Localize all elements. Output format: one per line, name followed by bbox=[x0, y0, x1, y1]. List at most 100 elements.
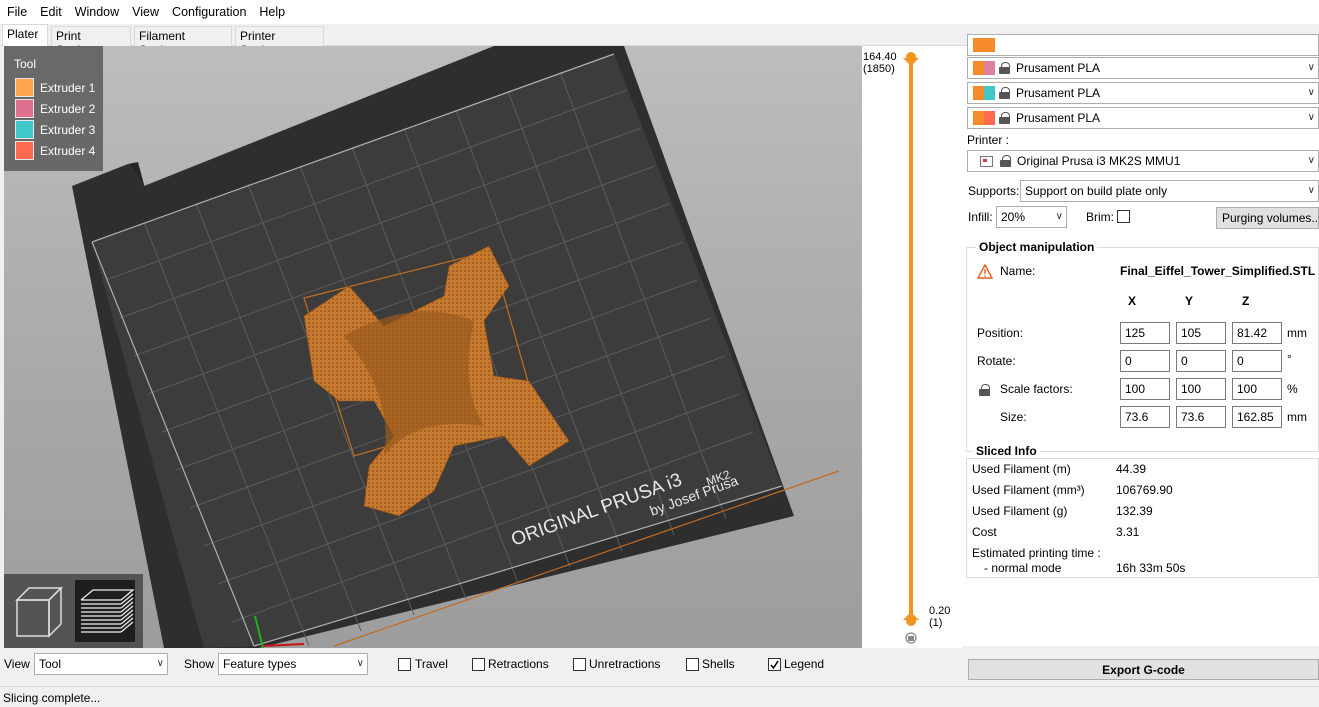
tab-filament-settings[interactable]: Filament Settings bbox=[134, 26, 232, 57]
rotate-y-field[interactable]: 0 bbox=[1176, 350, 1226, 372]
filament-row-partial[interactable] bbox=[967, 34, 1319, 56]
estimated-time-label: Estimated printing time : bbox=[972, 546, 1101, 560]
position-unit: mm bbox=[1287, 326, 1307, 340]
view-mode-buttons bbox=[4, 574, 143, 648]
view-combo[interactable]: Tool ∨ bbox=[34, 653, 168, 675]
tab-plater[interactable]: Plater bbox=[2, 24, 48, 47]
menu-bar: File Edit Window View Configuration Help bbox=[0, 0, 1319, 24]
purging-volumes-button[interactable]: Purging volumes... bbox=[1216, 207, 1319, 229]
chevron-down-icon: ∨ bbox=[1307, 112, 1315, 123]
axis-z-header: Z bbox=[1242, 294, 1250, 308]
layer-slider[interactable] bbox=[862, 46, 962, 648]
rotate-unit: ° bbox=[1287, 352, 1292, 366]
chevron-down-icon: ∨ bbox=[1307, 185, 1315, 196]
scale-x-field[interactable]: 100 bbox=[1120, 378, 1170, 400]
export-gcode-button[interactable]: Export G-code bbox=[968, 659, 1319, 680]
lock-icon bbox=[1000, 155, 1011, 167]
legend-item-extruder-4: Extruder 4 bbox=[15, 141, 95, 160]
filament-color-swatch bbox=[973, 86, 995, 100]
status-text: Slicing complete... bbox=[3, 691, 101, 705]
tool-legend: Tool Extruder 1 Extruder 2 Extruder 3 Ex… bbox=[4, 46, 103, 171]
printer-label: Printer : bbox=[967, 133, 1010, 147]
chevron-down-icon: ∨ bbox=[1055, 211, 1063, 222]
preview-controls: View Tool ∨ Show Feature types ∨ Travel … bbox=[0, 648, 962, 684]
position-label: Position: bbox=[977, 326, 1024, 340]
filament-color-swatch bbox=[973, 61, 995, 75]
slider-bottom-layer: (1) bbox=[929, 617, 943, 629]
printer-icon bbox=[980, 155, 993, 167]
unretractions-checkbox[interactable] bbox=[573, 658, 586, 671]
chevron-down-icon: ∨ bbox=[1307, 155, 1315, 166]
menu-window[interactable]: Window bbox=[68, 5, 125, 19]
checkmark-icon bbox=[770, 660, 779, 670]
3d-view-button[interactable] bbox=[9, 580, 69, 642]
size-y-field[interactable]: 73.6 bbox=[1176, 406, 1226, 428]
supports-combo[interactable]: Support on build plate only ∨ bbox=[1020, 180, 1319, 202]
extruder-1-swatch bbox=[15, 78, 34, 97]
infill-combo[interactable]: 20% ∨ bbox=[996, 206, 1067, 228]
tab-printer-settings[interactable]: Printer Settings bbox=[235, 26, 324, 57]
legend-title: Tool bbox=[14, 57, 37, 71]
menu-view[interactable]: View bbox=[125, 5, 165, 19]
filament-combo-3[interactable]: Prusament PLA ∨ bbox=[967, 82, 1319, 104]
shells-label: Shells bbox=[702, 657, 735, 671]
size-label: Size: bbox=[1000, 410, 1027, 424]
rotate-label: Rotate: bbox=[977, 354, 1016, 368]
brim-checkbox[interactable] bbox=[1117, 210, 1130, 223]
chevron-down-icon: ∨ bbox=[1307, 87, 1315, 98]
print-bed-preview: ORIGINAL PRUSA i3 MK2 by Josef Prusa bbox=[72, 46, 840, 648]
menu-configuration[interactable]: Configuration bbox=[165, 5, 252, 19]
unretractions-label: Unretractions bbox=[589, 657, 661, 671]
slider-bottom-value: 0.20 bbox=[929, 605, 951, 617]
show-label: Show bbox=[184, 657, 215, 671]
used-filament-mm3-label: Used Filament (mm³) bbox=[972, 483, 1085, 497]
position-z-field[interactable]: 81.42 bbox=[1232, 322, 1282, 344]
filament-combo-4[interactable]: Prusament PLA ∨ bbox=[967, 107, 1319, 129]
lock-icon bbox=[999, 112, 1010, 124]
used-filament-g-value: 132.39 bbox=[1116, 504, 1153, 518]
chevron-down-icon: ∨ bbox=[156, 658, 164, 669]
normal-mode-value: 16h 33m 50s bbox=[1116, 561, 1186, 575]
used-filament-g-label: Used Filament (g) bbox=[972, 504, 1068, 518]
show-combo[interactable]: Feature types ∨ bbox=[218, 653, 368, 675]
shells-checkbox[interactable] bbox=[686, 658, 699, 671]
scale-y-field[interactable]: 100 bbox=[1176, 378, 1226, 400]
size-unit: mm bbox=[1287, 410, 1307, 424]
layers-icon bbox=[80, 589, 135, 633]
extruder-3-swatch bbox=[15, 120, 34, 139]
size-x-field[interactable]: 73.6 bbox=[1120, 406, 1170, 428]
rotate-z-field[interactable]: 0 bbox=[1232, 350, 1282, 372]
scale-lock-icon[interactable] bbox=[979, 384, 990, 396]
lock-icon bbox=[999, 62, 1010, 74]
scale-label: Scale factors: bbox=[1000, 382, 1073, 396]
warning-icon bbox=[977, 264, 993, 279]
extruder-4-swatch bbox=[15, 141, 34, 160]
axis-x-header: X bbox=[1128, 294, 1137, 308]
menu-help[interactable]: Help bbox=[252, 5, 291, 19]
position-y-field[interactable]: 105 bbox=[1176, 322, 1226, 344]
sliced-info-title: Sliced Info bbox=[973, 444, 1040, 458]
right-sidebar: Prusament PLA ∨ Prusament PLA ∨ Prusamen… bbox=[962, 34, 1319, 646]
legend-checkbox[interactable] bbox=[768, 658, 781, 671]
tab-print-settings[interactable]: Print Settings bbox=[51, 26, 131, 57]
lock-icon bbox=[999, 87, 1010, 99]
size-z-field[interactable]: 162.85 bbox=[1232, 406, 1282, 428]
filament-combo-2[interactable]: Prusament PLA ∨ bbox=[967, 57, 1319, 79]
used-filament-m-value: 44.39 bbox=[1116, 462, 1147, 476]
preview-button[interactable] bbox=[75, 580, 135, 642]
menu-edit[interactable]: Edit bbox=[33, 5, 68, 19]
infill-label: Infill: bbox=[968, 210, 993, 224]
retractions-checkbox[interactable] bbox=[472, 658, 485, 671]
scale-z-field[interactable]: 100 bbox=[1232, 378, 1282, 400]
menu-file[interactable]: File bbox=[0, 5, 33, 19]
rotate-x-field[interactable]: 0 bbox=[1120, 350, 1170, 372]
position-x-field[interactable]: 125 bbox=[1120, 322, 1170, 344]
3d-preview-canvas[interactable]: ORIGINAL PRUSA i3 MK2 by Josef Prusa Too… bbox=[4, 46, 862, 648]
legend-label: Legend bbox=[784, 657, 825, 671]
travel-checkbox[interactable] bbox=[398, 658, 411, 671]
printer-combo[interactable]: Original Prusa i3 MK2S MMU1 ∨ bbox=[967, 150, 1319, 172]
used-filament-m-label: Used Filament (m) bbox=[972, 462, 1071, 476]
chevron-down-icon: ∨ bbox=[356, 658, 364, 669]
legend-item-extruder-3: Extruder 3 bbox=[15, 120, 95, 139]
name-label: Name: bbox=[1000, 264, 1036, 278]
